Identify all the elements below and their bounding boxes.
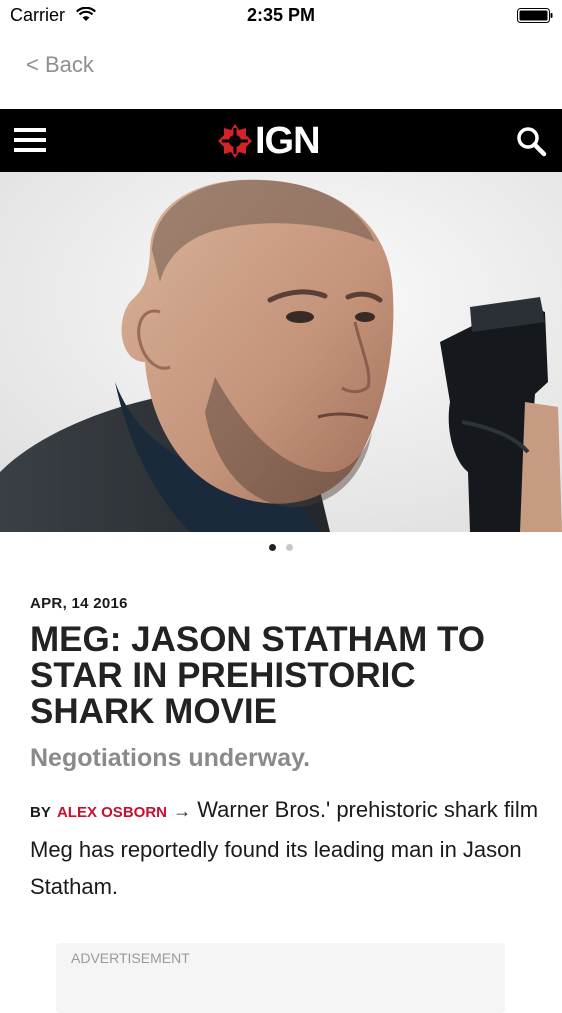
hero-image[interactable] [0, 172, 562, 532]
article-byline: BY ALEX OSBORN → Warner Bros.' prehistor… [30, 791, 540, 905]
battery-icon [517, 8, 553, 23]
carousel-dot[interactable] [286, 544, 293, 551]
carousel-dot-active[interactable] [269, 544, 276, 551]
advertisement-label: ADVERTISEMENT [71, 950, 190, 966]
status-bar: Carrier 2:35 PM [0, 0, 562, 32]
ign-logo-mark-icon [218, 124, 252, 158]
article-title: MEG: JASON STATHAM TO STAR IN PREHISTORI… [30, 620, 485, 731]
article-date: APR, 14 2016 [30, 595, 128, 612]
arrow-icon: → [173, 801, 192, 821]
search-icon[interactable] [515, 125, 547, 157]
author-link[interactable]: ALEX OSBORN [57, 804, 167, 821]
status-time: 2:35 PM [246, 5, 316, 25]
advertisement-slot[interactable]: ADVERTISEMENT [56, 943, 505, 1013]
carousel-indicator [0, 544, 562, 551]
hamburger-menu-icon[interactable] [14, 126, 46, 154]
byline-prefix: BY [30, 804, 51, 821]
article: APR, 14 2016 MEG: JASON STATHAM TO STAR … [30, 595, 540, 905]
article-subtitle: Negotiations underway. [30, 744, 311, 772]
back-button[interactable]: < Back [26, 52, 94, 78]
ign-logo[interactable]: IGN [217, 120, 321, 162]
site-header: IGN [0, 109, 562, 172]
logo-text: IGN [255, 120, 321, 162]
